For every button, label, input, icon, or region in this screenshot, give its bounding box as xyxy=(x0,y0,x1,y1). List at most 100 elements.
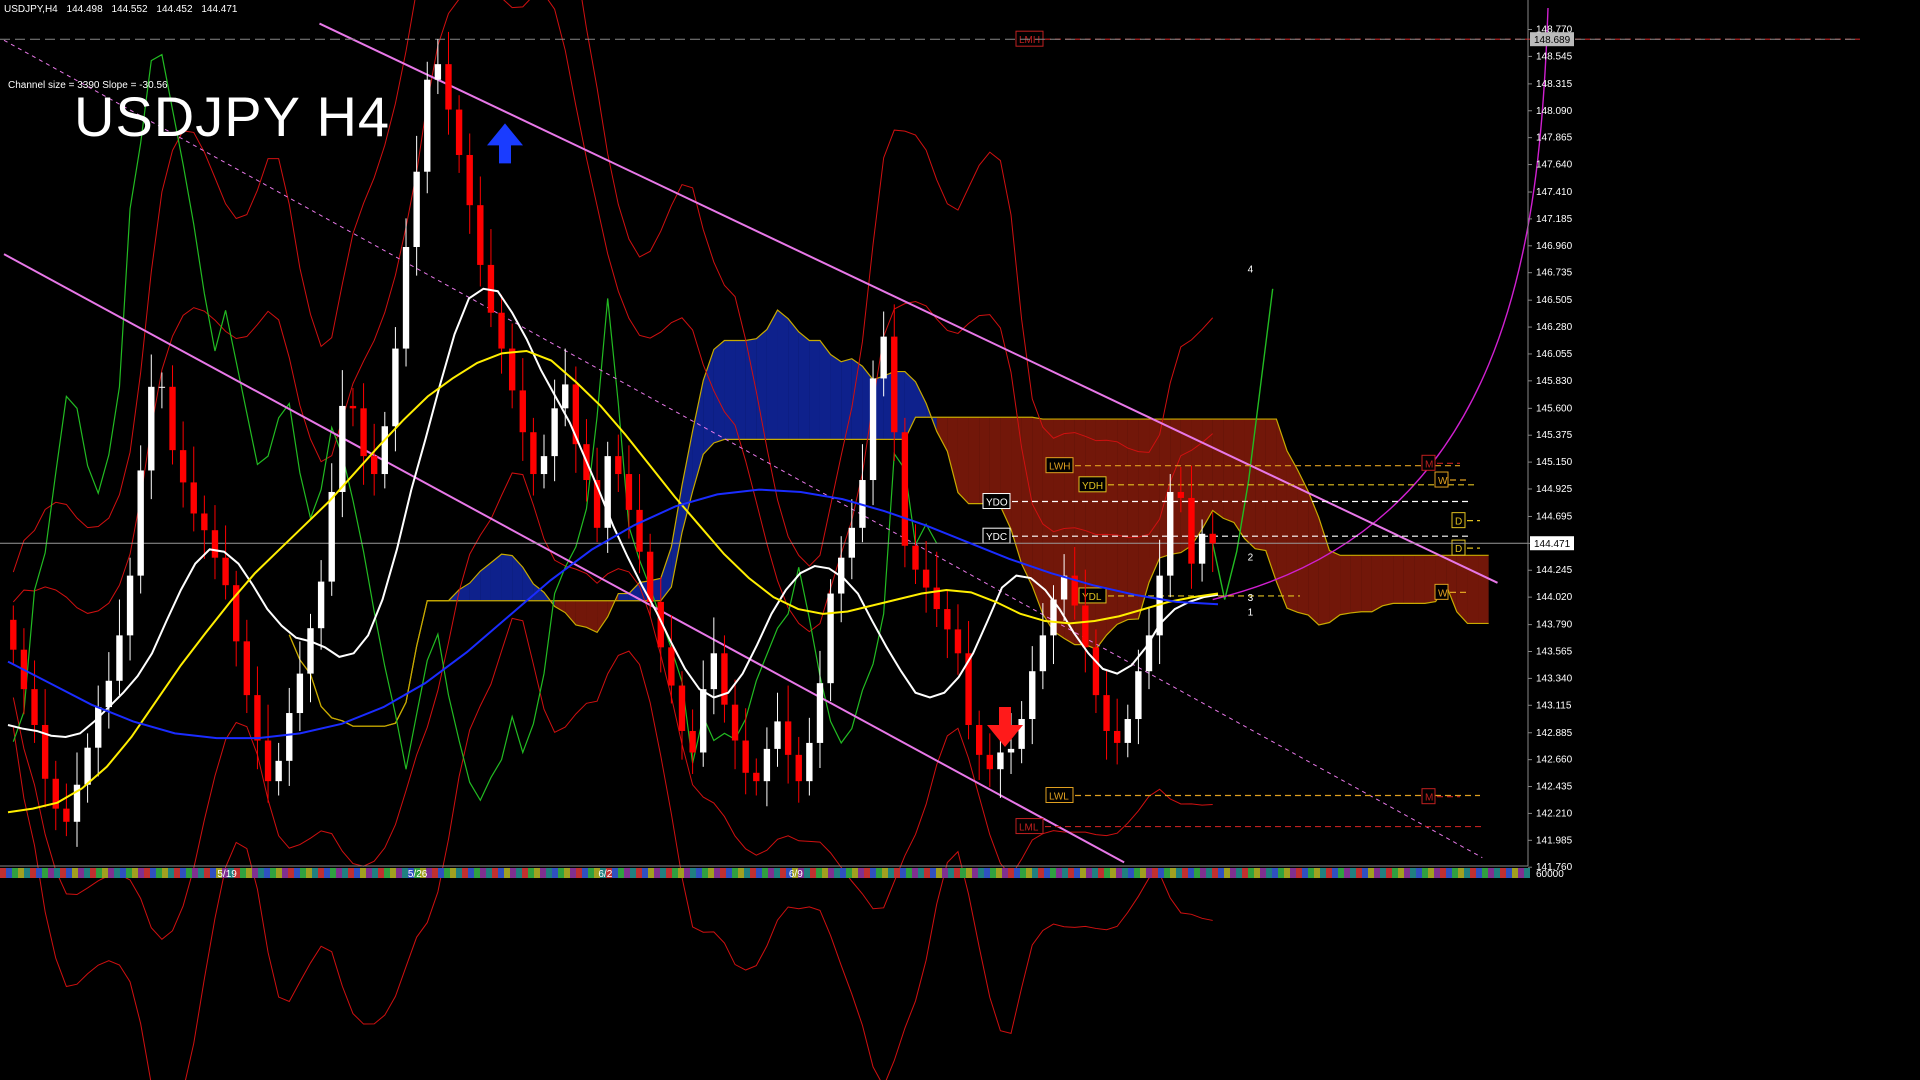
volume-strip-cell xyxy=(636,868,642,878)
volume-strip-cell xyxy=(516,868,522,878)
volume-strip-cell xyxy=(486,868,492,878)
volume-strip-cell xyxy=(90,868,96,878)
volume-strip-cell xyxy=(102,868,108,878)
price-tick-label: 148.315 xyxy=(1536,79,1573,90)
volume-strip-cell xyxy=(126,868,132,878)
volume-strip-cell xyxy=(978,868,984,878)
volume-strip-cell xyxy=(1068,868,1074,878)
volume-strip-cell xyxy=(960,868,966,878)
price-tick-label: 148.545 xyxy=(1536,51,1573,62)
candle-body xyxy=(296,673,304,714)
candle-body xyxy=(753,772,760,782)
candle-body xyxy=(668,647,675,686)
price-tick-label: 142.210 xyxy=(1536,808,1573,819)
kumo-segment xyxy=(1393,555,1404,604)
volume-strip-cell xyxy=(534,868,540,878)
volume-strip-cell xyxy=(1290,868,1296,878)
volume-strip-cell xyxy=(1308,868,1314,878)
volume-strip-cell xyxy=(1224,868,1230,878)
volume-strip-cell xyxy=(1332,868,1338,878)
candle-body xyxy=(317,581,325,629)
candle-body xyxy=(402,246,410,349)
volume-strip-cell xyxy=(720,868,726,878)
volume-strip-cell xyxy=(528,868,534,878)
date-label: 6/9 xyxy=(789,869,803,880)
price-chart[interactable]: LMHLWHYDHYDOYDCYDLLWLLMLMWDDWM4231 148.7… xyxy=(0,0,1920,1080)
candle-body xyxy=(891,336,898,433)
volume-strip-cell xyxy=(384,868,390,878)
kumo-segment xyxy=(724,340,736,440)
volume-strip-cell xyxy=(816,868,822,878)
candle-body xyxy=(848,527,855,558)
volume-strip-cell xyxy=(1452,868,1458,878)
volume-strip-cell xyxy=(1398,868,1404,878)
candle-body xyxy=(742,740,749,773)
volume-strip-cell xyxy=(1422,868,1428,878)
kumo-segment xyxy=(1371,555,1383,612)
date-label: 5/19 xyxy=(217,869,237,880)
candle-body xyxy=(944,609,951,630)
kumo-segment xyxy=(735,340,746,440)
kumo-segment xyxy=(1127,419,1139,620)
level-label-ydo: YDO xyxy=(986,498,1008,509)
volume-strip-cell xyxy=(1344,868,1350,878)
volume-strip-cell xyxy=(1356,868,1362,878)
volume-strip-cell xyxy=(1038,868,1044,878)
kumo-segment xyxy=(575,600,587,628)
volume-strip-cell xyxy=(78,868,84,878)
candle-body xyxy=(95,707,102,748)
volume-strip-cell xyxy=(552,868,558,878)
volume-strip-cell xyxy=(42,868,48,878)
volume-strip-cell xyxy=(630,868,636,878)
chart-header: USDJPY,H4 144.498 144.552 144.452 144.47… xyxy=(4,4,243,15)
date-label: 5/26 xyxy=(408,869,428,880)
kumo-segment xyxy=(756,329,767,440)
volume-strip-cell xyxy=(252,868,258,878)
volume-strip-cell xyxy=(480,868,486,878)
kumo-segment xyxy=(841,358,852,440)
volume-strip-cell xyxy=(1506,868,1512,878)
volume-strip-cell xyxy=(1248,868,1254,878)
volume-strip-cell xyxy=(1368,868,1374,878)
volume-strip-cell xyxy=(1092,868,1098,878)
volume-strip-cell xyxy=(276,868,282,878)
kumo-segment xyxy=(1467,555,1479,624)
candle-body xyxy=(869,378,877,481)
volume-strip-cell xyxy=(84,868,90,878)
volume-strip-cell xyxy=(1326,868,1332,878)
price-tick-label: 142.885 xyxy=(1536,728,1573,739)
volume-strip-cell xyxy=(510,868,516,878)
volume-strip-cell xyxy=(1362,868,1368,878)
date-axis: 5/19 5/26 6/2 6/9 60000 xyxy=(0,865,1564,880)
volume-strip-cell xyxy=(108,868,114,878)
volume-strip-cell xyxy=(738,868,744,878)
candle-body xyxy=(105,680,113,708)
kumo-segment xyxy=(1424,555,1436,604)
volume-strip-cell xyxy=(312,868,318,878)
volume-strip-cell xyxy=(1104,868,1110,878)
volume-strip-cell xyxy=(156,868,162,878)
volume-strip-cell xyxy=(288,868,294,878)
volume-strip-cell xyxy=(840,868,846,878)
volume-strip-cell xyxy=(1386,868,1392,878)
volume-strip-cell xyxy=(648,868,654,878)
candle-body xyxy=(243,641,250,696)
volume-strip-cell xyxy=(390,868,396,878)
volume-strip-cell xyxy=(1176,868,1182,878)
price-tick-label: 145.150 xyxy=(1536,457,1573,468)
volume-strip-cell xyxy=(1218,868,1224,878)
volume-strip-cell xyxy=(144,868,150,878)
volume-strip-cell xyxy=(1284,868,1290,878)
volume-strip-cell xyxy=(990,868,996,878)
kumo-segment xyxy=(1233,419,1245,539)
price-tick-label: 143.790 xyxy=(1536,620,1573,631)
candle-body xyxy=(466,154,473,206)
price-tick-label: 147.185 xyxy=(1536,214,1573,225)
volume-strip-cell xyxy=(702,868,708,878)
volume-strip-cell xyxy=(210,868,216,878)
volume-strip-cell xyxy=(1410,868,1416,878)
volume-strip-cell xyxy=(1320,868,1326,878)
candle-body xyxy=(381,426,388,475)
candle-body xyxy=(158,386,166,388)
candle-body xyxy=(307,628,314,674)
